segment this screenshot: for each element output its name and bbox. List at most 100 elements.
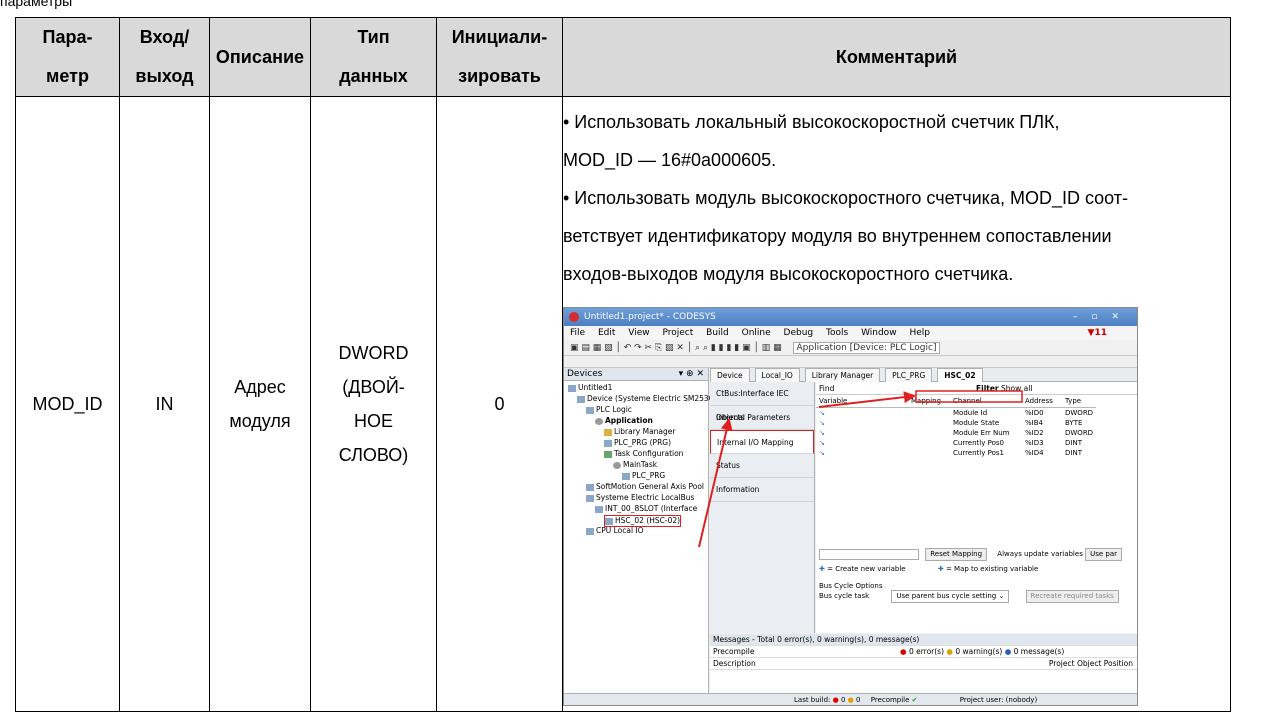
reset-mapping-button[interactable]: Reset Mapping — [925, 548, 988, 561]
tree-node-label: Systeme Electric LocalBus — [596, 493, 695, 502]
tab-local-io[interactable]: Local_IO — [754, 368, 800, 382]
side-tab-information[interactable]: Information — [710, 478, 814, 502]
msg-right-columns: Project Object Position — [1049, 658, 1133, 670]
address-cell: %ID4 — [1025, 448, 1044, 457]
window-controls[interactable]: –▫✕ — [1073, 308, 1133, 326]
tab-hsc-02[interactable]: HSC_02 — [937, 368, 983, 382]
side-tab-internal-io-mapping[interactable]: Internal I/O Mapping — [710, 430, 814, 454]
bus-cycle-task-select[interactable]: Use parent bus cycle setting ⌄ — [891, 590, 1010, 603]
col-channel[interactable]: Channel — [950, 395, 1022, 408]
mapping-cell — [908, 407, 950, 418]
warning-count: 0 warning(s) — [955, 647, 1003, 656]
mapping-options: Reset Mapping Always update variables Us… — [816, 548, 1137, 603]
address-cell: %ID3 — [1025, 438, 1044, 447]
tree-node[interactable]: Untitled1 — [568, 383, 612, 393]
mapping-cell — [908, 428, 950, 438]
menu-debug[interactable]: Debug — [784, 328, 814, 338]
tree-node-icon — [586, 483, 594, 491]
filter-label: Filter — [976, 384, 999, 393]
variable-icon: ↘ — [819, 408, 825, 417]
message-count: 0 message(s) — [1013, 647, 1065, 656]
tree-node[interactable]: SoftMotion General Axis Pool — [586, 482, 704, 492]
tab-plc-prg[interactable]: PLC_PRG — [885, 368, 933, 382]
menu-edit[interactable]: Edit — [598, 328, 615, 338]
precompile-select[interactable]: Precompile — [713, 647, 754, 656]
bus-cycle-value: Use parent bus cycle setting — [896, 592, 997, 600]
menu-build[interactable]: Build — [706, 328, 729, 338]
caption: параметры — [0, 0, 73, 9]
table-row[interactable]: ↘ Module State %IB4 BYTE — [816, 418, 1096, 428]
menu-bar: File Edit View Project Build Online Debu… — [564, 326, 1137, 340]
side-tab-iec-objects[interactable]: CtBus:Interface IEC Objects — [710, 382, 814, 422]
find-bar: Find Filter Show all — [816, 382, 1137, 395]
pane-controls[interactable]: ▾ ⊕ ✕ — [679, 368, 704, 381]
side-tab-internal-parameters[interactable]: Internal Parameters — [710, 406, 814, 430]
variable-icon: ↘ — [819, 418, 825, 427]
error-icon: ● — [900, 647, 907, 656]
menu-tools[interactable]: Tools — [826, 328, 848, 338]
table-row[interactable]: ↘ Module Err Num %ID2 DWORD — [816, 428, 1096, 438]
col-project[interactable]: Project — [1049, 659, 1075, 668]
tree-node[interactable]: Application — [595, 416, 653, 426]
tree-node-icon — [586, 527, 594, 535]
param-cell: MOD_ID — [15, 96, 120, 712]
warning-icon: ● — [946, 647, 953, 656]
menu-online[interactable]: Online — [742, 328, 771, 338]
menu-file[interactable]: File — [570, 328, 585, 338]
tree-node[interactable]: Systeme Electric LocalBus — [586, 493, 694, 503]
tree-node[interactable]: PLC Logic — [586, 405, 632, 415]
header-initialize: Инициали-зировать — [436, 17, 563, 97]
col-mapping[interactable]: Mapping — [908, 395, 950, 408]
comment-line: входов-выходов модуля высокоскоростного … — [563, 264, 1014, 284]
mapping-filter-input[interactable] — [819, 548, 919, 560]
tree-node-icon — [613, 461, 621, 469]
message-counters[interactable]: ● 0 error(s) ● 0 warning(s) ● 0 message(… — [900, 646, 1064, 658]
toolbar-icons[interactable]: ▣ ▤ ▦ ▧ │ ↶ ↷ ✂ ⎘ ▨ ✕ │ ⌕ ⌕ ▮ ▮ ▮ ▮ ▣ │ … — [570, 343, 782, 353]
col-description[interactable]: Description — [713, 659, 756, 668]
create-variable-icon: ✚ — [819, 565, 825, 573]
col-position[interactable]: Position — [1104, 659, 1133, 668]
tree-node-label: CPU Local IO — [596, 526, 644, 535]
col-object[interactable]: Object — [1077, 659, 1101, 668]
bus-cycle-options: Bus Cycle Options Bus cycle task Use par… — [816, 582, 1137, 603]
table-row[interactable]: ↘ Currently Pos1 %ID4 DINT — [816, 448, 1096, 458]
header-parameter: Пара-метр — [15, 17, 120, 97]
find-label[interactable]: Find — [819, 384, 834, 393]
menu-window[interactable]: Window — [861, 328, 897, 338]
tab-library-manager[interactable]: Library Manager — [804, 368, 881, 382]
filter-control[interactable]: Filter Show all — [976, 382, 1032, 395]
channel-cell: Module Id — [953, 408, 988, 417]
application-selector[interactable]: Application [Device: PLC Logic] — [792, 342, 941, 354]
menu-help[interactable]: Help — [909, 328, 930, 338]
window-titlebar: Untitled1.project* - CODESYS –▫✕ — [564, 308, 1137, 326]
messages-header: Messages - Total 0 error(s), 0 warning(s… — [710, 634, 1137, 646]
tree-node[interactable]: PLC_PRG — [622, 471, 665, 481]
tree-node[interactable]: Library Manager — [604, 427, 675, 437]
tree-node[interactable]: Device (Systeme Electric SM253CE — [577, 394, 719, 404]
col-type[interactable]: Type — [1062, 395, 1097, 408]
menu-view[interactable]: View — [628, 328, 649, 338]
col-variable[interactable]: Variable — [816, 395, 908, 408]
tree-node-label: SoftMotion General Axis Pool — [596, 482, 705, 491]
always-update-select[interactable]: Use par — [1085, 548, 1122, 561]
side-tab-status[interactable]: Status — [710, 454, 814, 478]
tab-device[interactable]: Device — [710, 368, 750, 382]
table-row[interactable]: ↘ Currently Pos0 %ID3 DINT — [816, 438, 1096, 448]
variable-icon: ↘ — [819, 428, 825, 437]
devices-title: Devices — [567, 369, 603, 379]
tree-node[interactable]: CPU Local IO — [586, 526, 644, 536]
tree-node[interactable]: PLC_PRG (PRG) — [604, 438, 671, 448]
tree-node-icon — [605, 517, 613, 525]
tree-node[interactable]: MainTask — [613, 460, 657, 470]
tree-node[interactable]: Task Configuration — [604, 449, 683, 459]
table-row[interactable]: ↘ Module Id %ID0 DWORD — [816, 407, 1096, 418]
last-build-label: Last build: — [794, 696, 831, 704]
recreate-tasks-button[interactable]: Recreate required tasks — [1025, 590, 1119, 603]
flag-counter[interactable]: ▼11 — [1088, 326, 1117, 340]
tree-node[interactable]: INT_00_8SLOT (Interface — [595, 504, 697, 514]
tree-node-icon — [604, 428, 612, 436]
window-title: Untitled1.project* - CODESYS — [584, 312, 716, 322]
tree-node-icon — [586, 494, 594, 502]
col-address[interactable]: Address — [1022, 395, 1062, 408]
menu-project[interactable]: Project — [662, 328, 693, 338]
